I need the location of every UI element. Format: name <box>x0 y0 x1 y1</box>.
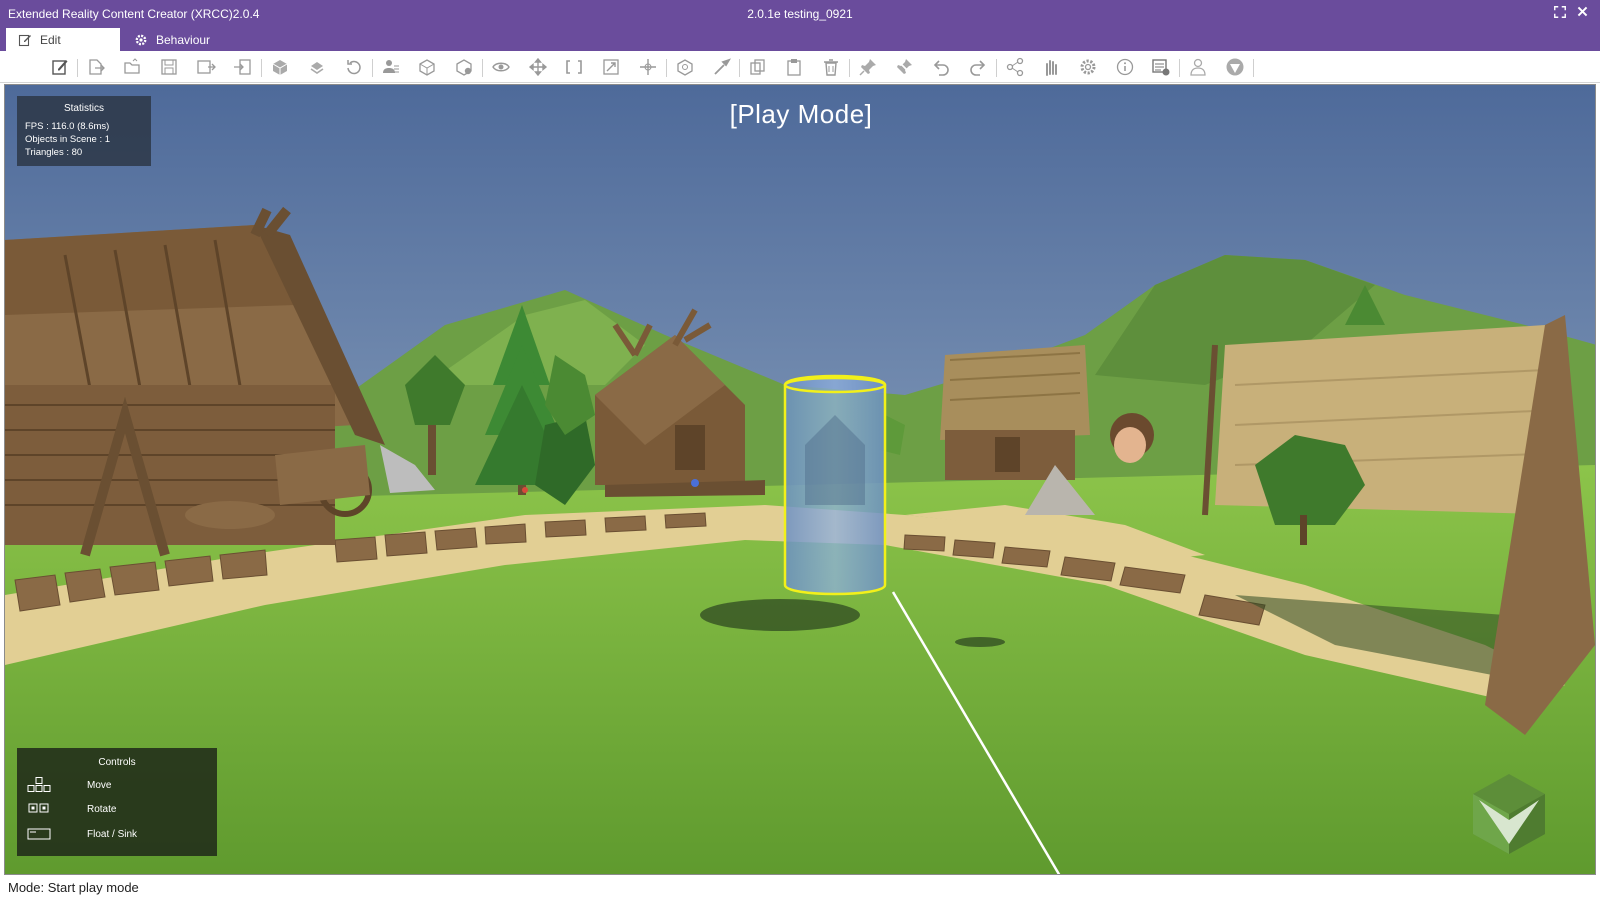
scale-icon[interactable] <box>600 56 622 78</box>
controls-panel: Controls Move Rotate Float / Sink <box>17 748 217 856</box>
unpin-icon[interactable] <box>893 56 915 78</box>
edit-note-icon[interactable] <box>49 56 71 78</box>
cube-remove-icon[interactable] <box>453 56 475 78</box>
statistics-panel: Statistics FPS : 116.0 (8.6ms) Objects i… <box>17 96 151 166</box>
pin-icon[interactable] <box>857 56 879 78</box>
avatar-icon[interactable] <box>1187 56 1209 78</box>
help-icon[interactable] <box>1224 56 1246 78</box>
maximize-glyph <box>1554 6 1566 18</box>
keyboard-keys-icon <box>28 803 49 813</box>
navigation-cube-icon[interactable] <box>1471 772 1547 856</box>
refresh-icon[interactable] <box>343 56 365 78</box>
keyboard-arrows-icon <box>27 777 51 792</box>
maximize-icon[interactable] <box>1552 5 1568 21</box>
open-folder-icon[interactable] <box>121 56 143 78</box>
brush-icon[interactable] <box>710 56 732 78</box>
close-glyph <box>1577 6 1587 17</box>
redo-icon[interactable] <box>967 56 989 78</box>
control-move: Move <box>27 776 111 794</box>
stat-triangles: Triangles : 80 <box>25 147 83 158</box>
control-rotate-label: Rotate <box>87 803 117 815</box>
tab-edit[interactable]: Edit <box>6 28 120 51</box>
eye-icon[interactable] <box>490 56 512 78</box>
status-bar: Mode: Start play mode <box>0 878 1600 900</box>
play-mode-label: [Play Mode] <box>729 99 873 129</box>
spacebar-icon <box>27 828 51 840</box>
selected-cylinder[interactable] <box>783 374 887 596</box>
document-title: 2.0.1e testing_0921 <box>747 7 853 21</box>
user-location-icon[interactable] <box>380 56 402 78</box>
toolbar <box>0 51 1600 83</box>
edit-icon <box>18 34 31 46</box>
rotate-icon[interactable] <box>563 56 585 78</box>
publish-icon[interactable] <box>306 56 328 78</box>
hand-icon[interactable] <box>1040 56 1062 78</box>
save-as-icon[interactable] <box>195 56 217 78</box>
import-icon[interactable] <box>232 56 254 78</box>
gear-icon <box>135 34 147 45</box>
pivot-icon[interactable] <box>637 56 659 78</box>
statistics-title: Statistics <box>63 103 104 114</box>
title-bar: Extended Reality Content Creator (XRCC)2… <box>0 0 1600 28</box>
object-icon[interactable] <box>674 56 696 78</box>
control-rotate: Rotate <box>27 800 116 818</box>
export-icon[interactable] <box>85 56 107 78</box>
paste-icon[interactable] <box>783 56 805 78</box>
undo-icon[interactable] <box>930 56 952 78</box>
control-float-sink-label: Float / Sink <box>87 828 138 840</box>
stat-objects: Objects in Scene : 1 <box>25 134 111 145</box>
control-float-sink: Float / Sink <box>27 825 137 843</box>
delete-icon[interactable] <box>820 56 842 78</box>
scene-render[interactable] <box>5 85 1596 875</box>
share-icon[interactable] <box>1004 56 1026 78</box>
save-icon[interactable] <box>158 56 180 78</box>
stat-fps: FPS : 116.0 (8.6ms) <box>25 121 110 132</box>
copy-icon[interactable] <box>747 56 769 78</box>
tab-behaviour-label: Behaviour <box>156 32 211 47</box>
scene-viewport[interactable]: [Play Mode] Statistics FPS : 116.0 (8.6m… <box>4 84 1596 875</box>
close-icon[interactable] <box>1574 5 1590 21</box>
report-icon[interactable] <box>1150 56 1172 78</box>
move-icon[interactable] <box>527 56 549 78</box>
tab-edit-label: Edit <box>40 32 61 47</box>
info-icon[interactable] <box>1114 56 1136 78</box>
tab-behaviour[interactable]: Behaviour <box>122 28 242 51</box>
package-icon[interactable] <box>269 56 291 78</box>
cube-add-icon[interactable] <box>416 56 438 78</box>
control-move-label: Move <box>87 779 112 791</box>
tab-bar: Edit Behaviour <box>0 28 1600 51</box>
settings-icon[interactable] <box>1077 56 1099 78</box>
controls-title: Controls <box>98 757 136 768</box>
status-text: Mode: Start play mode <box>8 880 139 895</box>
